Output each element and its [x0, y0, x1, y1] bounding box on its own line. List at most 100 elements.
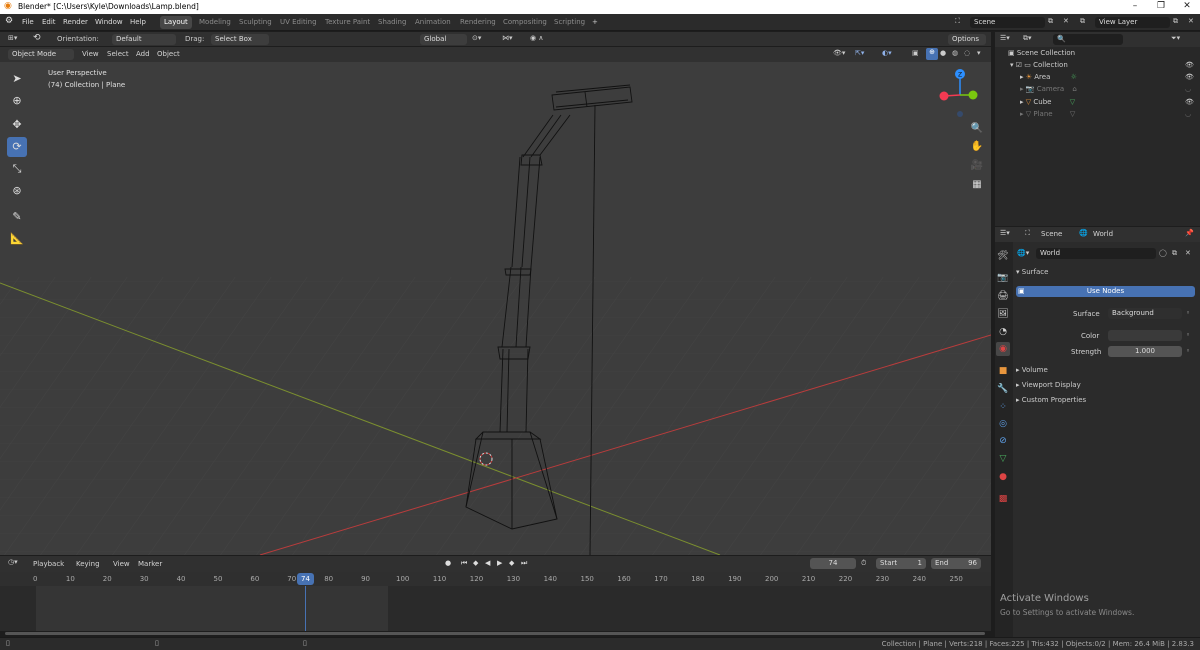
- pan-view-button[interactable]: ✋: [970, 140, 984, 154]
- link-socket-icon[interactable]: ◦: [1186, 309, 1190, 317]
- visibility-eye-icon[interactable]: 👁: [1185, 61, 1194, 69]
- wireframe-shading-icon[interactable]: ⊕: [926, 48, 938, 60]
- close-button[interactable]: ✕: [1174, 0, 1200, 14]
- modifier-tab[interactable]: 🔧: [996, 382, 1010, 396]
- play-button[interactable]: ▶: [497, 559, 502, 567]
- surface-shader-field[interactable]: Background: [1108, 308, 1182, 319]
- link-socket-icon[interactable]: ◦: [1186, 347, 1190, 355]
- overlays-toggle-icon[interactable]: ◐▾: [882, 49, 892, 57]
- visibility-eye-icon[interactable]: 👁: [1185, 98, 1194, 106]
- delete-scene-icon[interactable]: ✕: [1063, 17, 1069, 25]
- scene-icon[interactable]: ⛶: [955, 17, 960, 26]
- tab-animation[interactable]: Animation: [411, 16, 455, 29]
- use-nodes-button[interactable]: ▣ Use Nodes: [1016, 286, 1195, 297]
- viewport-menu-view[interactable]: View: [82, 50, 99, 58]
- viewport-menu-select[interactable]: Select: [107, 50, 129, 58]
- move-tool-button[interactable]: ✥: [7, 115, 27, 135]
- cursor-tool-button[interactable]: ⊕: [7, 91, 27, 111]
- rotate-tool-button[interactable]: ⟳: [7, 137, 27, 157]
- rendered-shading-icon[interactable]: ◌: [964, 49, 970, 57]
- orientation-dropdown[interactable]: Default: [112, 34, 176, 45]
- zoom-view-button[interactable]: 🔍: [970, 122, 984, 136]
- material-tab[interactable]: ●: [996, 470, 1010, 484]
- volume-section-header[interactable]: ▸ Volume: [1016, 366, 1048, 374]
- tab-sculpting[interactable]: Sculpting: [235, 16, 276, 29]
- tab-modeling[interactable]: Modeling: [195, 16, 235, 29]
- y-axis-handle[interactable]: [968, 90, 978, 100]
- editor-type-icon[interactable]: ⊞▾: [8, 34, 17, 42]
- view-layer-tab[interactable]: 🖼: [996, 307, 1010, 321]
- outliner-item-cube[interactable]: ▸ ▽ Cube ▽: [1020, 98, 1075, 110]
- maximize-button[interactable]: ❐: [1148, 0, 1174, 14]
- physics-tab[interactable]: ◎: [996, 417, 1010, 431]
- view-layer-selector[interactable]: View Layer: [1095, 17, 1170, 28]
- minimize-button[interactable]: –: [1122, 0, 1148, 14]
- transform-tool-button[interactable]: ⊛: [7, 181, 27, 201]
- x-axis-handle[interactable]: [939, 91, 949, 101]
- menu-render[interactable]: Render: [63, 18, 88, 26]
- shading-options-icon[interactable]: ▾: [977, 49, 981, 57]
- tab-layout[interactable]: Layout: [160, 16, 192, 29]
- playhead-frame-indicator[interactable]: 74: [297, 573, 314, 585]
- select-tool-button[interactable]: ➤: [7, 69, 27, 89]
- filter-icon[interactable]: ⏷▾: [1171, 34, 1180, 43]
- timeline-scrollbar[interactable]: [5, 632, 985, 635]
- object-data-tab[interactable]: ▽: [996, 452, 1010, 466]
- texture-tab[interactable]: ▩: [996, 492, 1010, 506]
- duplicate-world-icon[interactable]: ⧉: [1172, 249, 1177, 258]
- checkbox-icon[interactable]: ☑: [1016, 61, 1022, 69]
- menu-window[interactable]: Window: [95, 18, 123, 26]
- tool-tab[interactable]: 🛠: [996, 249, 1010, 263]
- menu-help[interactable]: Help: [130, 18, 146, 26]
- jump-end-button[interactable]: ⏭: [521, 559, 527, 568]
- prev-keyframe-button[interactable]: ◆: [473, 559, 478, 567]
- start-frame-field[interactable]: Start 1: [876, 558, 926, 569]
- timeline-menu-view[interactable]: View: [113, 560, 130, 568]
- outliner-item-collection[interactable]: ▾ ☑ ▭ Collection: [1010, 61, 1068, 73]
- drag-dropdown[interactable]: Select Box: [211, 34, 269, 45]
- tab-texture-paint[interactable]: Texture Paint: [321, 16, 374, 29]
- strength-field[interactable]: 1.000: [1108, 346, 1182, 357]
- outliner-display-mode-icon[interactable]: ⧉▾: [1023, 34, 1032, 43]
- navigation-gizmo[interactable]: Z: [936, 65, 984, 119]
- current-frame-field[interactable]: 74: [810, 558, 856, 569]
- hidden-eye-icon[interactable]: ◡: [1185, 85, 1191, 93]
- link-socket-icon[interactable]: ◦: [1186, 331, 1190, 339]
- timeline-track-area[interactable]: [0, 586, 991, 631]
- snap-icon[interactable]: ⋈▾: [502, 34, 513, 42]
- xray-toggle-icon[interactable]: ▣: [912, 49, 919, 57]
- particles-tab[interactable]: ⁘: [996, 400, 1010, 414]
- pivot-point-icon[interactable]: ⊙▾: [472, 34, 481, 42]
- add-workspace-button[interactable]: +: [588, 16, 602, 29]
- scene-selector[interactable]: Scene: [970, 17, 1045, 28]
- object-tab[interactable]: ■: [996, 364, 1010, 378]
- menu-edit[interactable]: Edit: [42, 18, 56, 26]
- viewport-menu-add[interactable]: Add: [136, 50, 150, 58]
- output-tab[interactable]: 🖨: [996, 289, 1010, 303]
- world-datablock-icon[interactable]: 🌐▾: [1017, 249, 1029, 257]
- transform-orientation-dropdown[interactable]: Global: [420, 34, 467, 45]
- timeline-menu-marker[interactable]: Marker: [138, 560, 162, 568]
- tab-uv-editing[interactable]: UV Editing: [276, 16, 321, 29]
- active-tool-icon[interactable]: ⟲: [33, 33, 41, 43]
- outliner-item-plane[interactable]: ▸ ▽ Plane ▽: [1020, 110, 1075, 122]
- scene-tab[interactable]: ◔: [996, 325, 1010, 339]
- tab-scripting[interactable]: Scripting: [550, 16, 589, 29]
- gizmo-toggle-icon[interactable]: ⇱▾: [855, 49, 864, 57]
- properties-editor-icon[interactable]: ☰▾: [1000, 229, 1010, 237]
- proportional-edit-icon[interactable]: ◉ ∧: [530, 34, 543, 42]
- options-dropdown[interactable]: Options: [948, 34, 986, 45]
- perspective-toggle-button[interactable]: ▦: [970, 178, 984, 192]
- mode-dropdown[interactable]: Object Mode: [8, 49, 74, 60]
- camera-view-button[interactable]: 🎥: [970, 159, 984, 173]
- surface-section-header[interactable]: ▾ Surface: [1016, 268, 1048, 276]
- neg-z-axis-handle[interactable]: [957, 111, 963, 117]
- tab-rendering[interactable]: Rendering: [456, 16, 500, 29]
- render-tab[interactable]: 📷: [996, 271, 1010, 285]
- fake-user-icon[interactable]: ◯: [1159, 249, 1167, 257]
- menu-file[interactable]: File: [22, 18, 34, 26]
- world-name-field[interactable]: World: [1036, 248, 1156, 259]
- viewport-menu-object[interactable]: Object: [157, 50, 180, 58]
- blender-menu-icon[interactable]: ⚙: [5, 16, 13, 26]
- viewport-display-section-header[interactable]: ▸ Viewport Display: [1016, 381, 1081, 389]
